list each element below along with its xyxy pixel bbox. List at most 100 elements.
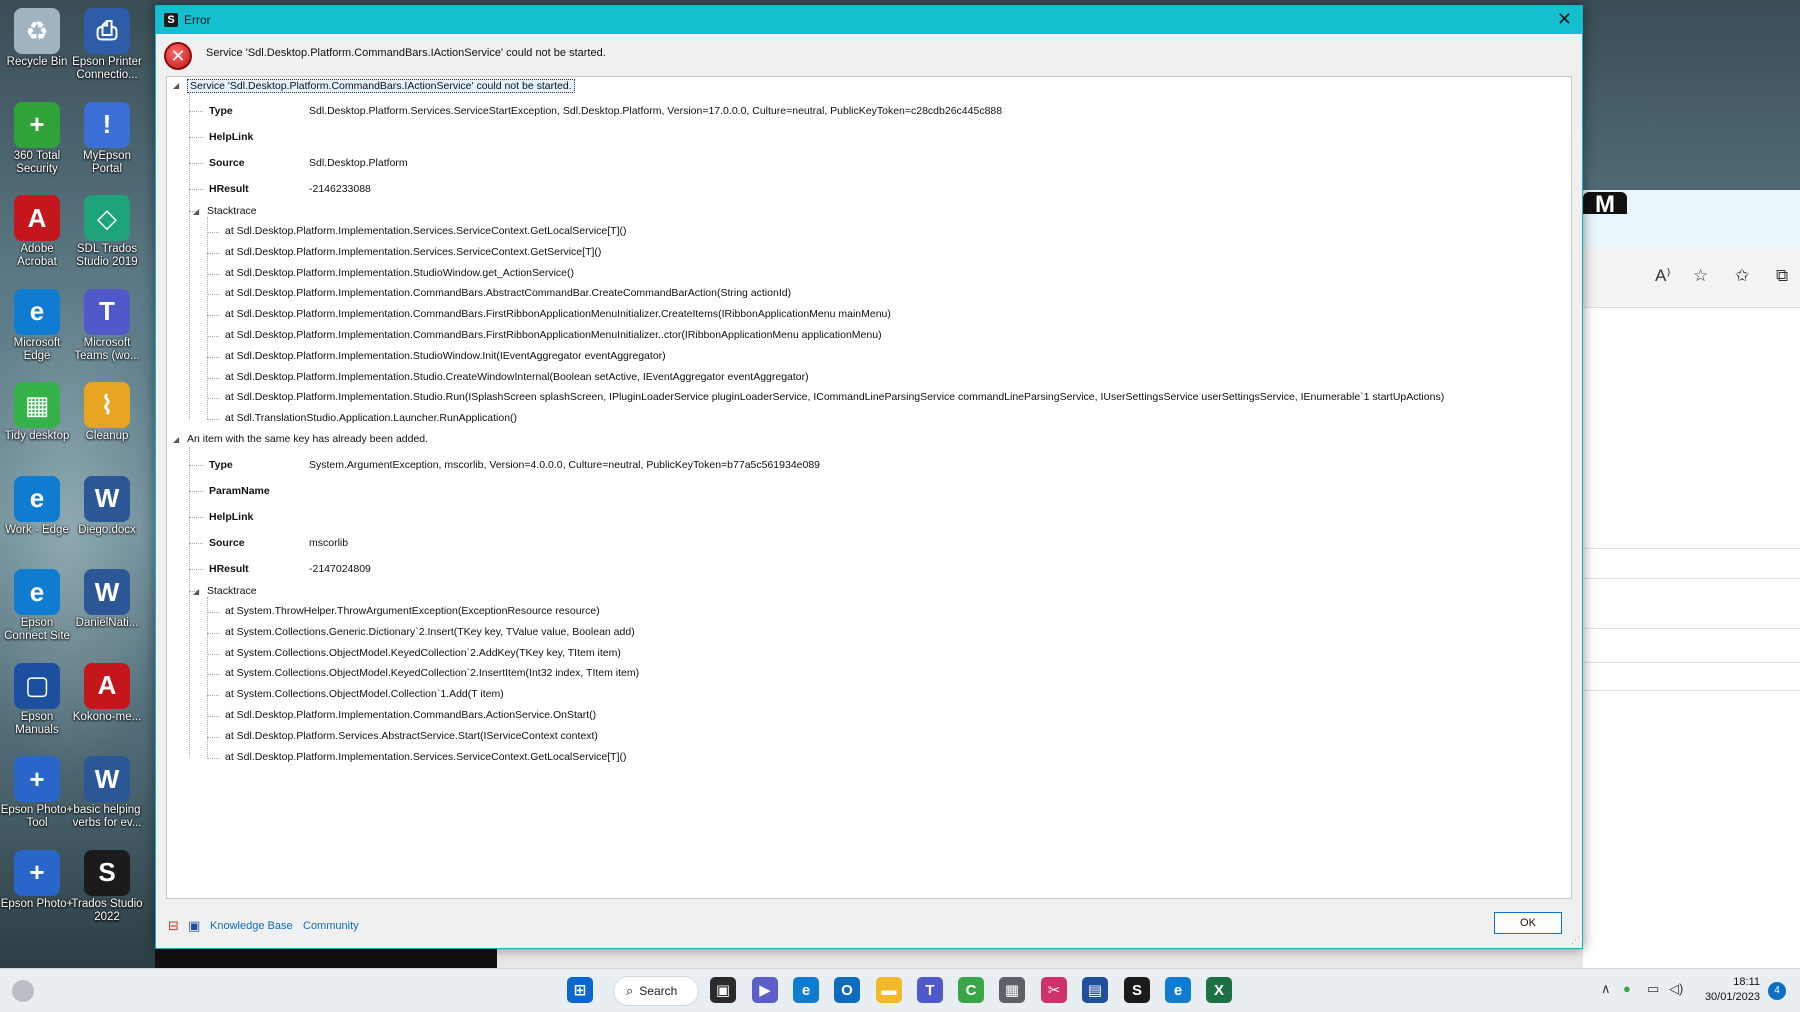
favorites-icon[interactable]: ✩: [1735, 266, 1749, 286]
property-value[interactable]: System.ArgumentException, mscorlib, Vers…: [309, 459, 820, 471]
desktop-icon[interactable]: ⎙ Epson Printer Connectio...: [70, 2, 144, 90]
close-icon[interactable]: ✕: [1557, 9, 1572, 30]
stacktrace-line[interactable]: at Sdl.Desktop.Platform.Implementation.C…: [225, 329, 882, 341]
stacktrace-line[interactable]: at Sdl.Desktop.Platform.Implementation.S…: [225, 371, 809, 383]
teams-icon[interactable]: T: [917, 977, 943, 1003]
stacktrace-line[interactable]: at System.Collections.ObjectModel.KeyedC…: [225, 647, 621, 659]
exception-tree[interactable]: ◢ Service 'Sdl.Desktop.Platform.CommandBa…: [166, 76, 1572, 899]
stacktrace-line[interactable]: at Sdl.Desktop.Platform.Implementation.S…: [225, 391, 1444, 403]
property-key[interactable]: Source: [209, 537, 245, 549]
desktop-icon[interactable]: W Diego.docx: [70, 470, 144, 558]
property-key[interactable]: Type: [209, 105, 233, 117]
edge-icon[interactable]: e: [1165, 977, 1191, 1003]
property-value[interactable]: -2146233088: [309, 183, 371, 195]
desktop-icon[interactable]: W DanielNati...: [70, 563, 144, 651]
stacktrace-line[interactable]: at Sdl.Desktop.Platform.Services.Abstrac…: [225, 730, 598, 742]
stacktrace-line[interactable]: at Sdl.Desktop.Platform.Implementation.C…: [225, 287, 791, 299]
task-view-icon[interactable]: ▣: [710, 977, 736, 1003]
scanner-icon[interactable]: ▤: [1082, 977, 1108, 1003]
property-key[interactable]: HelpLink: [209, 511, 253, 523]
property-key[interactable]: HResult: [209, 183, 249, 195]
desktop-icon[interactable]: A Kokono-me...: [70, 657, 144, 745]
desktop-icon[interactable]: e Work - Edge: [0, 470, 74, 558]
windows-logo-icon[interactable]: ⊞: [567, 977, 593, 1003]
notification-badge[interactable]: 4: [1768, 982, 1786, 1000]
stacktrace-line[interactable]: at Sdl.Desktop.Platform.Implementation.C…: [225, 308, 891, 320]
desktop-icon[interactable]: S Trados Studio 2022: [70, 844, 144, 932]
taskbar-clock[interactable]: 18:11 30/01/2023: [1690, 975, 1760, 1005]
clock-date: 30/01/2023: [1704, 991, 1760, 1003]
stacktrace-line[interactable]: at System.Collections.Generic.Dictionary…: [225, 626, 635, 638]
favorite-add-icon[interactable]: ☆: [1693, 266, 1708, 286]
volume-icon[interactable]: ◁): [1669, 981, 1683, 997]
stacktrace-line[interactable]: at Sdl.Desktop.Platform.Implementation.C…: [225, 709, 596, 721]
outlook-icon[interactable]: O: [834, 977, 860, 1003]
photo-plus-icon: +: [14, 849, 60, 896]
ccleaner-icon[interactable]: C: [958, 977, 984, 1003]
desktop-icon[interactable]: + Epson Photo+: [0, 844, 74, 932]
save-icon[interactable]: ▣: [188, 918, 200, 934]
desktop-icon[interactable]: ♻ Recycle Bin: [0, 2, 74, 90]
desktop-icon[interactable]: ▢ Epson Manuals: [0, 657, 74, 745]
email-report-icon[interactable]: ⊟: [168, 918, 179, 934]
stacktrace-line[interactable]: at Sdl.TranslationStudio.Application.Lau…: [225, 412, 517, 424]
desktop-icon[interactable]: e Microsoft Edge: [0, 283, 74, 371]
stacktrace-line[interactable]: at System.Collections.ObjectModel.KeyedC…: [225, 667, 639, 679]
stacktrace-line[interactable]: at Sdl.Desktop.Platform.Implementation.S…: [225, 350, 666, 362]
community-link[interactable]: Community: [303, 920, 359, 932]
desktop-icon[interactable]: ▦ Tidy desktop: [0, 376, 74, 464]
property-key[interactable]: Type: [209, 459, 233, 471]
stacktrace-toggle-icon[interactable]: ◢: [193, 587, 199, 596]
edge-icon[interactable]: e: [793, 977, 819, 1003]
ok-button[interactable]: OK: [1494, 912, 1562, 934]
exception-root-node[interactable]: Service 'Sdl.Desktop.Platform.CommandBar…: [187, 79, 575, 93]
collections-icon[interactable]: ⧉: [1776, 266, 1788, 286]
folder-icon[interactable]: ▬: [876, 977, 902, 1003]
tray-overflow-chevron-icon[interactable]: ∧: [1601, 981, 1611, 997]
expand-triangle-icon[interactable]: ◢: [173, 81, 179, 90]
network-icon[interactable]: ▭: [1647, 981, 1659, 997]
stacktrace-line[interactable]: at System.Collections.ObjectModel.Collec…: [225, 688, 504, 700]
stacktrace-line[interactable]: at System.ThrowHelper.ThrowArgumentExcep…: [225, 605, 600, 617]
desktop-icon[interactable]: +360 Total Security: [0, 96, 74, 184]
desktop-icon[interactable]: ⌇ Cleanup: [70, 376, 144, 464]
property-key[interactable]: Source: [209, 157, 245, 169]
property-value[interactable]: mscorlib: [309, 537, 348, 549]
desktop-icon[interactable]: e Epson Connect Site: [0, 563, 74, 651]
weather-widget-icon[interactable]: [12, 980, 34, 1002]
chat-icon[interactable]: ▶: [752, 977, 778, 1003]
knowledge-base-link[interactable]: Knowledge Base: [210, 920, 293, 932]
stacktrace-line[interactable]: at Sdl.Desktop.Platform.Implementation.S…: [225, 246, 601, 258]
read-aloud-icon[interactable]: A⁾: [1655, 266, 1671, 286]
expand-triangle-icon[interactable]: ◢: [173, 435, 179, 444]
desktop-icon[interactable]: Wbasic helping verbs for ev...: [70, 750, 144, 838]
resize-grip-icon[interactable]: ⋰: [1571, 935, 1580, 946]
taskbar-search[interactable]: ⌕ Search: [613, 976, 699, 1006]
scissors-icon[interactable]: ✂: [1041, 977, 1067, 1003]
tray-security-icon[interactable]: ●: [1623, 981, 1631, 996]
stacktrace-node[interactable]: Stacktrace: [207, 205, 257, 217]
calculator-icon[interactable]: ▦: [999, 977, 1025, 1003]
stacktrace-toggle-icon[interactable]: ◢: [193, 207, 199, 216]
desktop-icon[interactable]: ◇ SDL Trados Studio 2019: [70, 189, 144, 277]
trados-icon[interactable]: S: [1124, 977, 1150, 1003]
desktop-icon[interactable]: ! MyEpson Portal: [70, 96, 144, 184]
stacktrace-line[interactable]: at Sdl.Desktop.Platform.Implementation.S…: [225, 267, 574, 279]
property-key[interactable]: ParamName: [209, 485, 270, 497]
stacktrace-line[interactable]: at Sdl.Desktop.Platform.Implementation.S…: [225, 225, 627, 237]
property-value[interactable]: -2147024809: [309, 563, 371, 575]
stacktrace-line[interactable]: at Sdl.Desktop.Platform.Implementation.S…: [225, 751, 627, 763]
property-key[interactable]: HResult: [209, 563, 249, 575]
stacktrace-node[interactable]: Stacktrace: [207, 585, 257, 597]
excel-icon[interactable]: X: [1206, 977, 1232, 1003]
property-key[interactable]: HelpLink: [209, 131, 253, 143]
dialog-titlebar[interactable]: S Error ✕: [156, 6, 1582, 34]
property-value[interactable]: Sdl.Desktop.Platform.Services.ServiceSta…: [309, 105, 1002, 117]
desktop-icon[interactable]: A Adobe Acrobat: [0, 189, 74, 277]
error-message: Service 'Sdl.Desktop.Platform.CommandBar…: [206, 47, 606, 59]
desktop-icon[interactable]: T Microsoft Teams (wo...: [70, 283, 144, 371]
info-bubble-icon: !: [84, 101, 130, 148]
property-value[interactable]: Sdl.Desktop.Platform: [309, 157, 408, 169]
desktop-icon[interactable]: + Epson Photo+ Tool: [0, 750, 74, 838]
inner-exception-node[interactable]: An item with the same key has already be…: [187, 433, 428, 445]
